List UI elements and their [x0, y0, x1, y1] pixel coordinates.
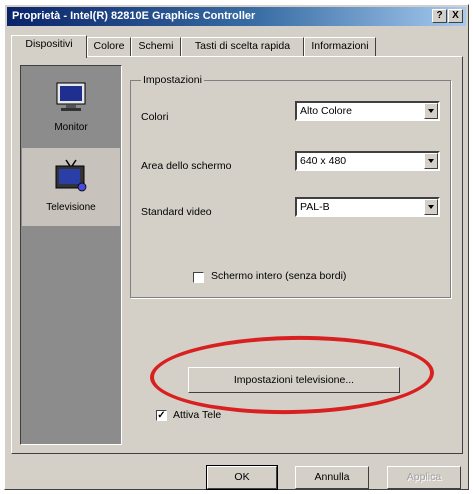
tab-tasti-scelta-rapida[interactable]: Tasti di scelta rapida: [181, 37, 304, 56]
area-select[interactable]: 640 x 480: [295, 151, 440, 171]
fullscreen-label: Schermo intero (senza bordi): [211, 270, 347, 282]
window-title: Proprietà - Intel(R) 82810E Graphics Con…: [12, 10, 256, 22]
tab-panel: Monitor Televisione Impostazioni Colori …: [11, 56, 463, 454]
area-value: 640 x 480: [300, 155, 347, 167]
standard-value: PAL-B: [300, 201, 330, 213]
colori-value: Alto Colore: [300, 105, 352, 117]
television-icon: [55, 159, 87, 192]
chevron-down-icon[interactable]: [424, 103, 438, 119]
ok-button[interactable]: OK: [206, 465, 278, 490]
tab-colore[interactable]: Colore: [87, 37, 131, 56]
tv-settings-button[interactable]: Impostazioni televisione...: [188, 367, 400, 393]
fullscreen-checkbox[interactable]: [193, 272, 204, 283]
title-bar[interactable]: Proprietà - Intel(R) 82810E Graphics Con…: [7, 7, 466, 26]
cancel-button[interactable]: Annulla: [295, 466, 369, 489]
device-item-televisione[interactable]: Televisione: [22, 148, 120, 226]
tab-informazioni[interactable]: Informazioni: [304, 37, 376, 56]
colori-select[interactable]: Alto Colore: [295, 101, 440, 121]
help-button[interactable]: ?: [432, 9, 447, 23]
close-button[interactable]: X: [448, 9, 463, 23]
device-item-monitor[interactable]: Monitor: [22, 68, 120, 146]
device-label-monitor: Monitor: [54, 122, 88, 133]
device-list: Monitor Televisione: [20, 65, 122, 445]
tab-schemi[interactable]: Schemi: [131, 37, 181, 56]
colori-label: Colori: [141, 111, 169, 123]
activate-checkbox[interactable]: ✓: [156, 410, 167, 421]
monitor-icon: [56, 82, 86, 111]
settings-group: Impostazioni Colori Alto Colore Area del…: [130, 74, 451, 298]
chevron-down-icon[interactable]: [424, 153, 438, 169]
device-label-televisione: Televisione: [46, 202, 96, 213]
tab-dispositivi[interactable]: Dispositivi: [11, 35, 87, 58]
properties-window: Proprietà - Intel(R) 82810E Graphics Con…: [4, 4, 469, 490]
apply-button: Applica: [387, 466, 461, 489]
settings-group-title: Impostazioni: [141, 74, 204, 86]
chevron-down-icon[interactable]: [424, 199, 438, 215]
standard-select[interactable]: PAL-B: [295, 197, 440, 217]
standard-label: Standard video: [141, 206, 212, 218]
activate-label: Attiva Tele: [173, 409, 222, 421]
area-label: Area dello schermo: [141, 160, 232, 172]
